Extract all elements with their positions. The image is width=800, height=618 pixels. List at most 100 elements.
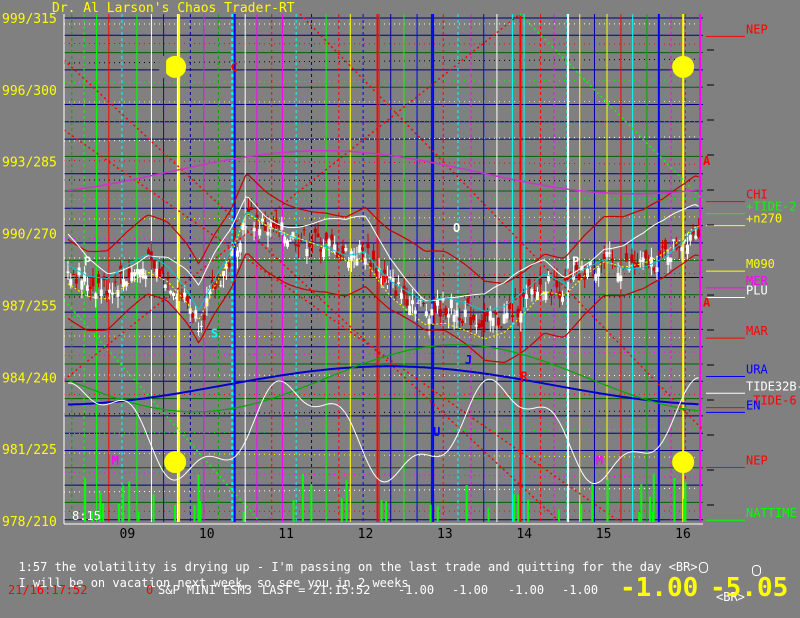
candle-body (530, 289, 533, 294)
candle-body (461, 321, 464, 323)
candle-body (303, 229, 306, 230)
candle-body (72, 274, 75, 275)
candle-body (500, 326, 503, 327)
y-tick-label: 981/225 (2, 443, 57, 458)
candle-body (344, 248, 347, 251)
chart-annotation-letter: O (453, 221, 460, 235)
chart-annotation-letter: M (382, 274, 389, 288)
candle-body (100, 290, 103, 297)
candle-body (191, 313, 194, 317)
candle-body (672, 239, 675, 240)
status-instrument: S&P MINI ESM3 (158, 583, 252, 597)
candle-body (664, 240, 667, 249)
x-tick-label: 13 (437, 527, 453, 542)
x-tick-label: 15 (596, 527, 612, 542)
candle-body (475, 325, 478, 326)
candle-body (414, 310, 417, 313)
candle-body (439, 309, 442, 316)
candle-body (114, 282, 117, 283)
candle-body (697, 230, 700, 237)
y-tick-label: 993/285 (2, 156, 57, 171)
candle-body (328, 239, 331, 246)
candle-body (80, 281, 83, 290)
candle-body (555, 280, 558, 288)
candle-body (480, 320, 483, 327)
candle-body (314, 229, 317, 233)
candle-body (108, 290, 111, 293)
plot-area (64, 14, 745, 524)
chart-annotation-letter: M (596, 454, 603, 468)
candle-body (297, 245, 300, 247)
candle-body (578, 273, 581, 279)
candle-body (66, 271, 69, 273)
candle-body (625, 253, 628, 261)
candle-body (253, 228, 256, 231)
candle-body (397, 282, 400, 283)
candle-body (203, 315, 206, 320)
candle-body (455, 310, 458, 316)
status-zero: 0 (146, 583, 153, 597)
candle-body (678, 246, 681, 247)
candle-body (411, 300, 414, 304)
candle-body (267, 232, 270, 236)
candle-body (283, 237, 286, 244)
legend-label: M090 (746, 257, 775, 271)
candle-body (605, 252, 608, 257)
diagonal-line (64, 14, 520, 380)
legend-label: NEP (746, 454, 768, 468)
diagonal-line (520, 14, 703, 200)
candle-body (389, 277, 392, 279)
x-tick-label: 12 (358, 527, 374, 542)
candle-body (183, 293, 186, 298)
x-tick-label: 09 (120, 527, 136, 542)
candle-body (603, 254, 606, 259)
chart-annotation-letter: U (433, 425, 440, 439)
candle-body (642, 257, 645, 262)
status-change-1: -1.00 (398, 583, 434, 597)
candle-body (689, 235, 692, 241)
candle-body (153, 260, 156, 268)
moon-shadow (159, 56, 166, 78)
chart-annotation-letter: M (112, 454, 119, 468)
diagonal-line (64, 130, 620, 522)
candle-body (669, 258, 672, 262)
candle-body (464, 310, 467, 317)
candle-body (305, 249, 308, 256)
candle-body (219, 285, 222, 286)
candle-body (144, 275, 147, 279)
y-tick-label: 996/300 (2, 84, 57, 99)
candle-body (433, 303, 436, 312)
y-tick-label: 987/255 (2, 299, 57, 314)
candle-body (133, 272, 136, 276)
candle-body (561, 297, 564, 302)
candle-body (619, 276, 622, 282)
x-tick-label: 16 (675, 527, 691, 542)
chart-area: CAOPMPASJRUMM999/315996/300993/285990/27… (0, 0, 800, 545)
candle-body (189, 308, 192, 313)
candle-body (494, 312, 497, 315)
candle-body (358, 245, 361, 253)
candle-body (166, 278, 169, 279)
candle-body (197, 331, 200, 332)
chart-annotation-letter: A (703, 295, 711, 309)
candle-body (319, 249, 322, 252)
chart-annotation-letter: P (84, 255, 91, 269)
legend-label: PLU (746, 283, 768, 297)
candle-body (236, 251, 239, 257)
candle-body (375, 268, 378, 273)
candle-body (128, 269, 131, 278)
y-tick-label: 990/270 (2, 228, 57, 243)
candle-body (394, 291, 397, 296)
candle-body (536, 292, 539, 300)
candle-body (405, 299, 408, 305)
candle-body (317, 233, 320, 237)
candle-body (630, 254, 633, 262)
candle-body (105, 291, 108, 295)
candle-body (686, 245, 689, 254)
candle-body (97, 274, 100, 283)
candle-body (350, 251, 353, 261)
candle-body (594, 274, 597, 281)
candle-body (486, 311, 489, 316)
legend-label: NATTIME (746, 506, 797, 520)
candle-body (247, 208, 250, 212)
